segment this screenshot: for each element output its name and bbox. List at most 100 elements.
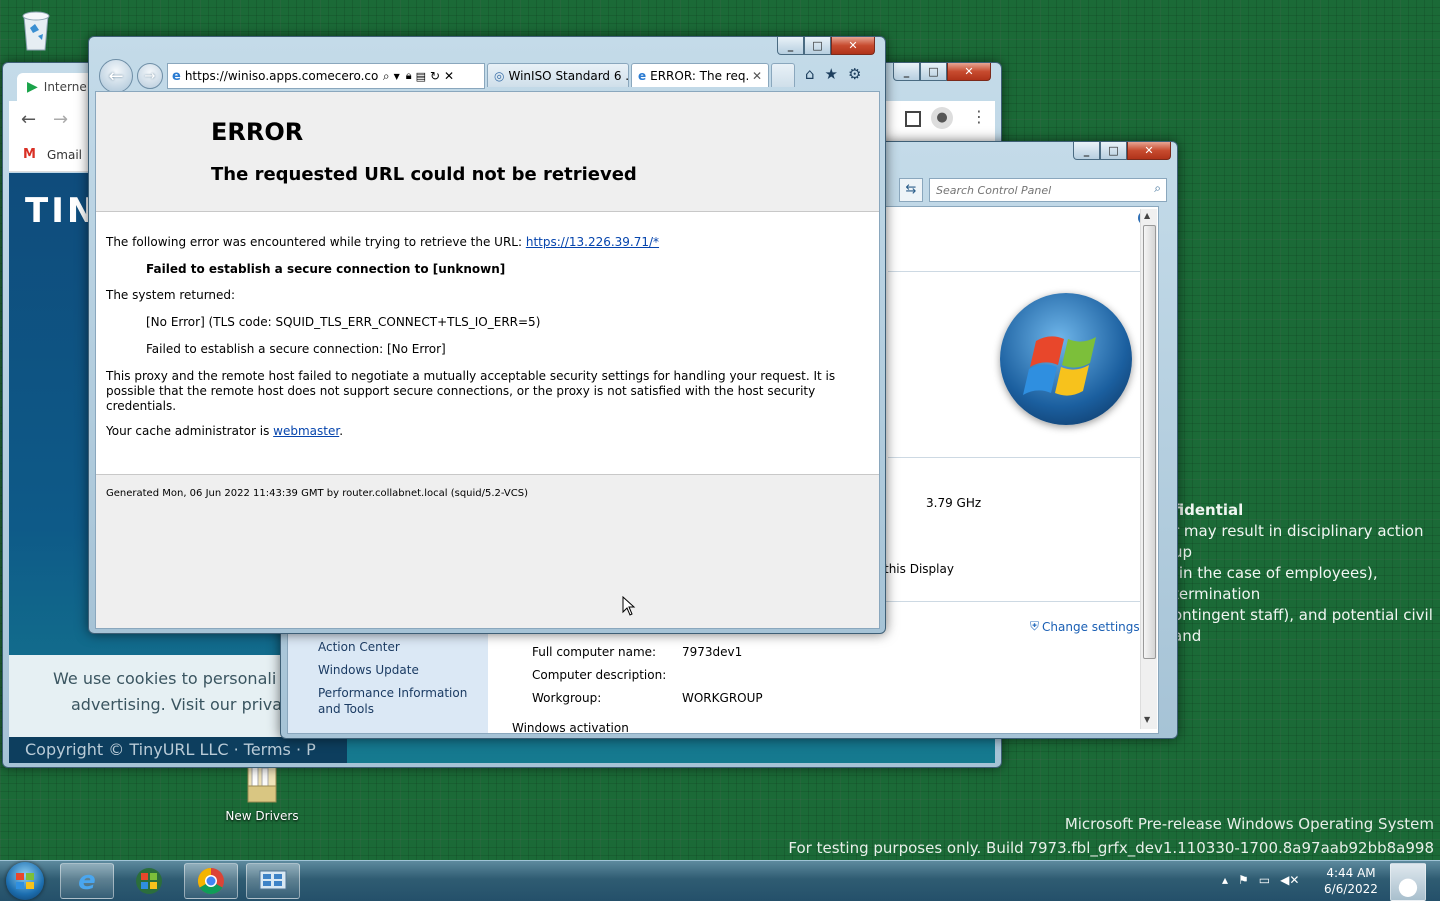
start-button[interactable] [6, 862, 44, 900]
chrome-caption-buttons: _ □ ✕ [893, 63, 991, 81]
cp-left-links: Action Center Windows Update Performance… [318, 639, 488, 717]
mouse-cursor-icon [622, 595, 636, 619]
windows-update-link[interactable]: Windows Update [318, 662, 488, 678]
address-text[interactable]: https://winiso.apps.comecero.com/ [185, 69, 379, 83]
menu-dots-icon[interactable]: ⋮ [971, 107, 987, 126]
gear-icon[interactable]: ⚙ [848, 65, 861, 83]
stop-icon[interactable]: ✕ [444, 69, 454, 83]
gmail-bookmark[interactable]: Gmail [47, 148, 82, 162]
volume-muted-icon[interactable]: ◀✕ [1280, 873, 1299, 887]
error-url-link[interactable]: https://13.226.39.71/* [526, 235, 659, 249]
maximize-button[interactable]: □ [1100, 142, 1127, 160]
compat-icon[interactable]: ▤ [416, 70, 426, 83]
action-center-link[interactable]: Action Center [318, 639, 488, 655]
taskbar: e ▴ ⚑ ▭ ◀✕ 4:44 AM 6/6/2022 ● [0, 860, 1440, 901]
minimize-button[interactable]: _ [777, 37, 804, 55]
chrome-tab-label: Interne [43, 80, 87, 94]
divider [888, 271, 1150, 272]
search-input[interactable] [934, 180, 1148, 200]
search-icon: ⌕ [1154, 181, 1161, 195]
cp-caption-buttons: _ □ ✕ [1073, 142, 1171, 160]
show-desktop-button[interactable]: ● [1390, 863, 1426, 901]
tls-code: [No Error] (TLS code: SQUID_TLS_ERR_CONN… [146, 315, 541, 329]
shield-icon: ⛨ [1030, 619, 1040, 633]
refresh-icon[interactable]: ⇆ [899, 178, 923, 202]
action-center-flag-icon[interactable]: ⚑ [1238, 873, 1249, 887]
taskbar-ie-button[interactable]: e [60, 863, 114, 899]
divider [888, 457, 1150, 458]
tab-winiso[interactable]: ◎ WinISO Standard 6 ... [487, 63, 629, 87]
refresh-icon[interactable]: ↻ [430, 69, 440, 83]
show-hidden-icons[interactable]: ▴ [1222, 873, 1228, 887]
performance-info-link[interactable]: Performance Information and Tools [318, 685, 488, 717]
windows-activation-heading: Windows activation [512, 721, 629, 735]
maximize-button[interactable]: □ [804, 37, 831, 55]
windows-flag-icon [16, 873, 34, 889]
scroll-down-arrow[interactable]: ▼ [1144, 715, 1150, 724]
new-drivers-label: New Drivers [225, 809, 299, 823]
profile-icon[interactable]: ● [931, 107, 953, 129]
search-icon[interactable]: ⌕ [383, 69, 390, 84]
ie-caption-buttons: _ □ ✕ [777, 37, 875, 55]
close-button[interactable]: ✕ [831, 37, 875, 55]
address-bar[interactable]: e https://winiso.apps.comecero.com/ ⌕ ▼ … [167, 63, 485, 89]
scroll-up-arrow[interactable]: ▲ [1144, 211, 1150, 220]
folder-icon [247, 763, 277, 803]
error-body: The following error was encountered whil… [96, 212, 879, 474]
maximize-button[interactable]: □ [920, 63, 947, 81]
clock[interactable]: 4:44 AM 6/6/2022 [1318, 865, 1384, 897]
new-tab-button[interactable] [771, 63, 795, 87]
close-button[interactable]: ✕ [1127, 142, 1171, 160]
scroll-thumb[interactable] [1143, 225, 1156, 659]
back-arrow-icon[interactable]: ← [21, 109, 36, 130]
network-icon[interactable]: ▭ [1259, 873, 1270, 887]
taskbar-chrome-button[interactable] [184, 863, 238, 899]
taskbar-control-panel-button[interactable] [246, 863, 300, 899]
tab-close-icon[interactable]: ✕ [752, 69, 762, 83]
minimize-button[interactable]: _ [1073, 142, 1100, 160]
control-panel-icon [259, 870, 287, 890]
period: . [339, 424, 344, 438]
clock-time: 4:44 AM [1326, 866, 1376, 880]
full-name-label: Full computer name: [532, 645, 657, 659]
internet-explorer-icon: e [78, 866, 96, 896]
failed-message: Failed to establish a secure connection … [146, 262, 506, 276]
cpu-speed: 3.79 GHz [926, 496, 982, 510]
back-arrow-icon: ← [108, 65, 124, 87]
workgroup-row: Workgroup: WORKGROUP [532, 687, 763, 710]
error-subtitle: The requested URL could not be retrieved [211, 164, 637, 185]
home-icon[interactable]: ⌂ [805, 65, 815, 83]
dropdown-icon[interactable]: ▼ [394, 72, 400, 81]
webmaster-link[interactable]: webmaster [273, 424, 339, 438]
confidential-notice: fidential r may result in disciplinary a… [1173, 500, 1440, 647]
close-button[interactable]: ✕ [947, 63, 991, 81]
back-button[interactable]: ← [99, 59, 133, 93]
change-settings-label: Change settings [1042, 619, 1140, 634]
cache-admin-text: Your cache administrator is [106, 424, 274, 438]
os-watermark: Microsoft Pre-release Windows Operating … [788, 812, 1434, 860]
taskbar-windows-button[interactable] [122, 863, 176, 899]
forward-arrow-icon: → [144, 68, 156, 84]
cp-search-box[interactable]: ⌕ [929, 178, 1167, 202]
forward-button[interactable]: → [137, 63, 163, 89]
cookie-banner: We use cookies to personali advertising.… [9, 655, 309, 737]
confidential-title: fidential [1173, 501, 1244, 519]
recycle-bin-icon[interactable] [14, 6, 58, 54]
scrollbar[interactable]: ▲ ▼ [1140, 209, 1157, 729]
forward-arrow-icon[interactable]: → [53, 109, 68, 130]
error-title: ERROR [211, 118, 304, 146]
change-settings-link[interactable]: ⛨ Change settings [1030, 619, 1140, 634]
confidential-line-1: r may result in disciplinary action up [1173, 522, 1424, 561]
side-panel-icon[interactable] [905, 111, 921, 127]
minimize-button[interactable]: _ [893, 63, 920, 81]
favorites-star-icon[interactable]: ★ [825, 65, 838, 83]
user-silhouette-icon: ● [1397, 872, 1419, 900]
new-drivers-folder[interactable]: New Drivers [222, 762, 302, 823]
tab-error[interactable]: e ERROR: The req... ✕ [631, 63, 769, 87]
ie-page-icon: e [638, 68, 647, 83]
full-name-value: 7973dev1 [682, 645, 743, 659]
generated-footer: Generated Mon, 06 Jun 2022 11:43:39 GMT … [106, 488, 529, 499]
windows-logo [1000, 293, 1132, 425]
divider [884, 601, 1150, 602]
ie-window[interactable]: _ □ ✕ ← → e https://winiso.apps.comecero… [88, 36, 886, 634]
